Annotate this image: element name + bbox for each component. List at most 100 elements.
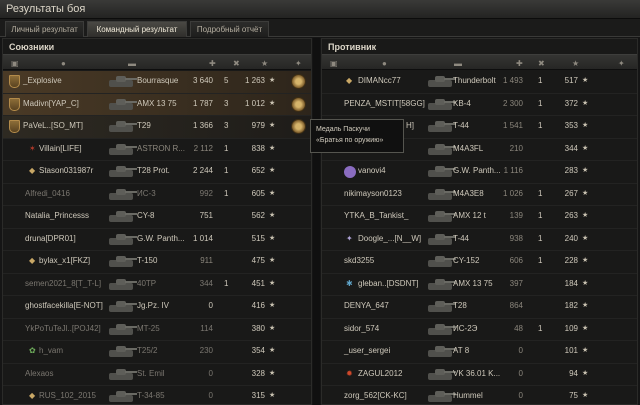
medal-icon[interactable] bbox=[291, 119, 306, 134]
xp-value: 1 012 bbox=[244, 98, 265, 108]
player-name: RUS_102_2015 bbox=[39, 391, 96, 400]
kills-column-icon[interactable]: ✖ bbox=[233, 59, 240, 68]
squad-column-icon[interactable]: ▣ bbox=[330, 59, 338, 68]
vehicle-name: G.W. Panth... bbox=[137, 233, 185, 243]
damage-value: 1 026 bbox=[502, 188, 523, 198]
table-row[interactable]: sidor_574 ИС-2Э 48 1 109 ★ bbox=[322, 319, 637, 341]
table-row[interactable]: skd3255 CY-152 606 1 228 ★ bbox=[322, 251, 637, 274]
clan-emblem-icon: ✿ bbox=[29, 346, 36, 355]
table-row[interactable]: YkPoTuTeJl..[POJ42] MT-25 114 380 ★ bbox=[3, 319, 311, 341]
damage-column-icon[interactable]: ✚ bbox=[516, 59, 523, 68]
table-row[interactable]: zorg_562[CK-KC] Hummel 0 75 ★ bbox=[322, 386, 637, 404]
tank-icon bbox=[107, 388, 137, 404]
table-row[interactable]: vanovi4 G.W. Panth... 1 116 283 ★ bbox=[322, 161, 637, 184]
player-column-icon[interactable]: ● bbox=[382, 59, 387, 68]
damage-value: 1 541 bbox=[502, 121, 523, 130]
table-row[interactable]: Madivn[YAP_C] AMX 13 75 1 787 3 1 012 ★ bbox=[3, 93, 311, 116]
damage-column-icon[interactable]: ✚ bbox=[209, 59, 216, 68]
tank-icon bbox=[107, 276, 137, 293]
tank-icon bbox=[426, 208, 456, 225]
player-name: ZAGUL2012 bbox=[358, 368, 403, 378]
squad-column-icon[interactable]: ▣ bbox=[11, 59, 19, 68]
tab-team-result[interactable]: Командный результат bbox=[87, 21, 187, 37]
table-row[interactable]: Natalia_Princesss CY-8 751 562 ★ bbox=[3, 206, 311, 229]
table-row[interactable]: nikimayson0123 M4A3E8 1 026 1 267 ★ bbox=[322, 184, 637, 206]
tank-icon bbox=[426, 73, 456, 90]
table-row[interactable]: ✱ gleban..[DSDNT] AMX 13 75 397 184 ★ bbox=[322, 274, 637, 296]
medal-column-icon[interactable]: ✦ bbox=[618, 59, 625, 68]
vehicle-name: AMX 13 75 bbox=[453, 278, 493, 288]
kills-value: 1 bbox=[538, 233, 543, 243]
xp-column-icon[interactable]: ★ bbox=[572, 59, 579, 68]
player-name: skd3255 bbox=[344, 256, 375, 265]
tank-icon bbox=[426, 366, 456, 383]
vehicle-name: ИС-3 bbox=[137, 188, 156, 198]
tab-personal-result[interactable]: Личный результат bbox=[5, 21, 84, 37]
table-row[interactable]: YTKA_B_Tankist_ AMX 12 t 139 1 263 ★ bbox=[322, 206, 637, 229]
star-icon: ★ bbox=[269, 167, 276, 174]
table-row[interactable]: ◆ Stason031987r T28 Prot. 2 244 1 652 ★ bbox=[3, 161, 311, 184]
table-row[interactable]: ✶ Villain[LIFE] ASTRON R... 2 112 1 838 … bbox=[3, 139, 311, 161]
player-name: YTKA_B_Tankist_ bbox=[344, 211, 409, 220]
vehicle-name: CY-152 bbox=[453, 256, 480, 265]
table-row[interactable]: PaVeL..[SO_MT] T29 1 366 3 979 ★ bbox=[3, 116, 311, 139]
vehicle-name: AMX 12 t bbox=[453, 211, 486, 220]
star-icon: ★ bbox=[269, 324, 276, 332]
vehicle-name: KB-4 bbox=[453, 98, 471, 108]
xp-column-icon[interactable]: ★ bbox=[261, 59, 268, 68]
table-row[interactable]: PENZA_MSTIT[58GG] KB-4 2 300 1 372 ★ bbox=[322, 94, 637, 116]
damage-value: 1 366 bbox=[192, 121, 213, 130]
vehicle-name: T-44 bbox=[453, 233, 470, 243]
table-row[interactable]: ◆ DIMANcc77 Thunderbolt 1 493 1 517 ★ bbox=[322, 71, 637, 94]
vehicle-column-icon[interactable]: ▬ bbox=[454, 59, 462, 68]
tank-icon bbox=[426, 118, 456, 135]
allies-panel: Союзники ▣ ● ▬ ✚ ✖ ★ ✦ _Explosive Bourra… bbox=[2, 38, 312, 405]
table-row[interactable]: Alexaos St. Emil 0 328 ★ bbox=[3, 364, 311, 386]
damage-value: 0 bbox=[518, 346, 523, 355]
tab-detailed-report[interactable]: Подробный отчёт bbox=[190, 21, 269, 37]
table-row[interactable]: ◆ bylax_x1[FKZ] T-150 911 475 ★ bbox=[3, 251, 311, 274]
medal-icon[interactable] bbox=[291, 74, 306, 89]
damage-value: 48 bbox=[514, 323, 523, 333]
vehicle-name: Thunderbolt bbox=[453, 76, 496, 85]
star-icon: ★ bbox=[582, 167, 589, 174]
star-icon: ★ bbox=[582, 302, 589, 309]
player-column-icon[interactable]: ● bbox=[61, 59, 66, 68]
medal-column-icon[interactable]: ✦ bbox=[295, 59, 302, 68]
table-row[interactable]: ✿ h_vam T25/2 230 354 ★ bbox=[3, 341, 311, 364]
kills-value: 1 bbox=[224, 143, 229, 153]
table-row[interactable]: semen2021_8[T_T-L] 40TP 344 1 451 ★ bbox=[3, 274, 311, 296]
star-icon: ★ bbox=[269, 99, 276, 107]
vehicle-column-icon[interactable]: ▬ bbox=[128, 59, 136, 68]
table-row[interactable]: _user_sergei AT 8 0 101 ★ bbox=[322, 341, 637, 364]
medal-icon[interactable] bbox=[291, 96, 306, 112]
tank-icon bbox=[107, 73, 137, 90]
star-icon: ★ bbox=[269, 302, 276, 309]
tank-icon bbox=[107, 366, 137, 383]
kills-value: 1 bbox=[224, 166, 229, 175]
player-name: YkPoTuTeJl..[POJ42] bbox=[25, 323, 101, 333]
kills-value: 1 bbox=[538, 211, 543, 220]
tank-icon bbox=[107, 321, 137, 338]
table-row[interactable]: ✹ ZAGUL2012 VK 36.01 K... 0 94 ★ bbox=[322, 364, 637, 386]
tank-icon bbox=[107, 343, 137, 360]
kills-value: 1 bbox=[538, 76, 543, 85]
table-row[interactable]: _Explosive Bourrasque 3 640 5 1 263 ★ bbox=[3, 71, 311, 94]
player-name: Natalia_Princesss bbox=[25, 211, 90, 220]
damage-value: 2 244 bbox=[192, 166, 213, 175]
table-row[interactable]: Alfredi_0416 ИС-3 992 1 605 ★ bbox=[3, 184, 311, 206]
table-row[interactable]: DENYA_647 T28 864 182 ★ bbox=[322, 296, 637, 319]
damage-value: 2 112 bbox=[193, 143, 213, 153]
tank-icon bbox=[426, 321, 456, 338]
table-row[interactable]: druna[DPR01] G.W. Panth... 1 014 515 ★ bbox=[3, 229, 311, 251]
allies-list: _Explosive Bourrasque 3 640 5 1 263 ★ Ma… bbox=[3, 71, 311, 404]
star-icon: ★ bbox=[269, 144, 276, 152]
kills-value: 3 bbox=[224, 98, 229, 108]
damage-value: 1 493 bbox=[502, 76, 523, 85]
table-row[interactable]: ◆ RUS_102_2015 T-34-85 0 315 ★ bbox=[3, 386, 311, 404]
table-row[interactable]: ✦ Doogle_...[N__W] T-44 938 1 240 ★ bbox=[322, 229, 637, 251]
tank-icon bbox=[426, 388, 456, 404]
clan-emblem-icon: ◆ bbox=[29, 391, 36, 400]
table-row[interactable]: ghostfacekilla[E-NOT] Jg.Pz. IV 0 416 ★ bbox=[3, 296, 311, 319]
kills-column-icon[interactable]: ✖ bbox=[538, 59, 545, 68]
